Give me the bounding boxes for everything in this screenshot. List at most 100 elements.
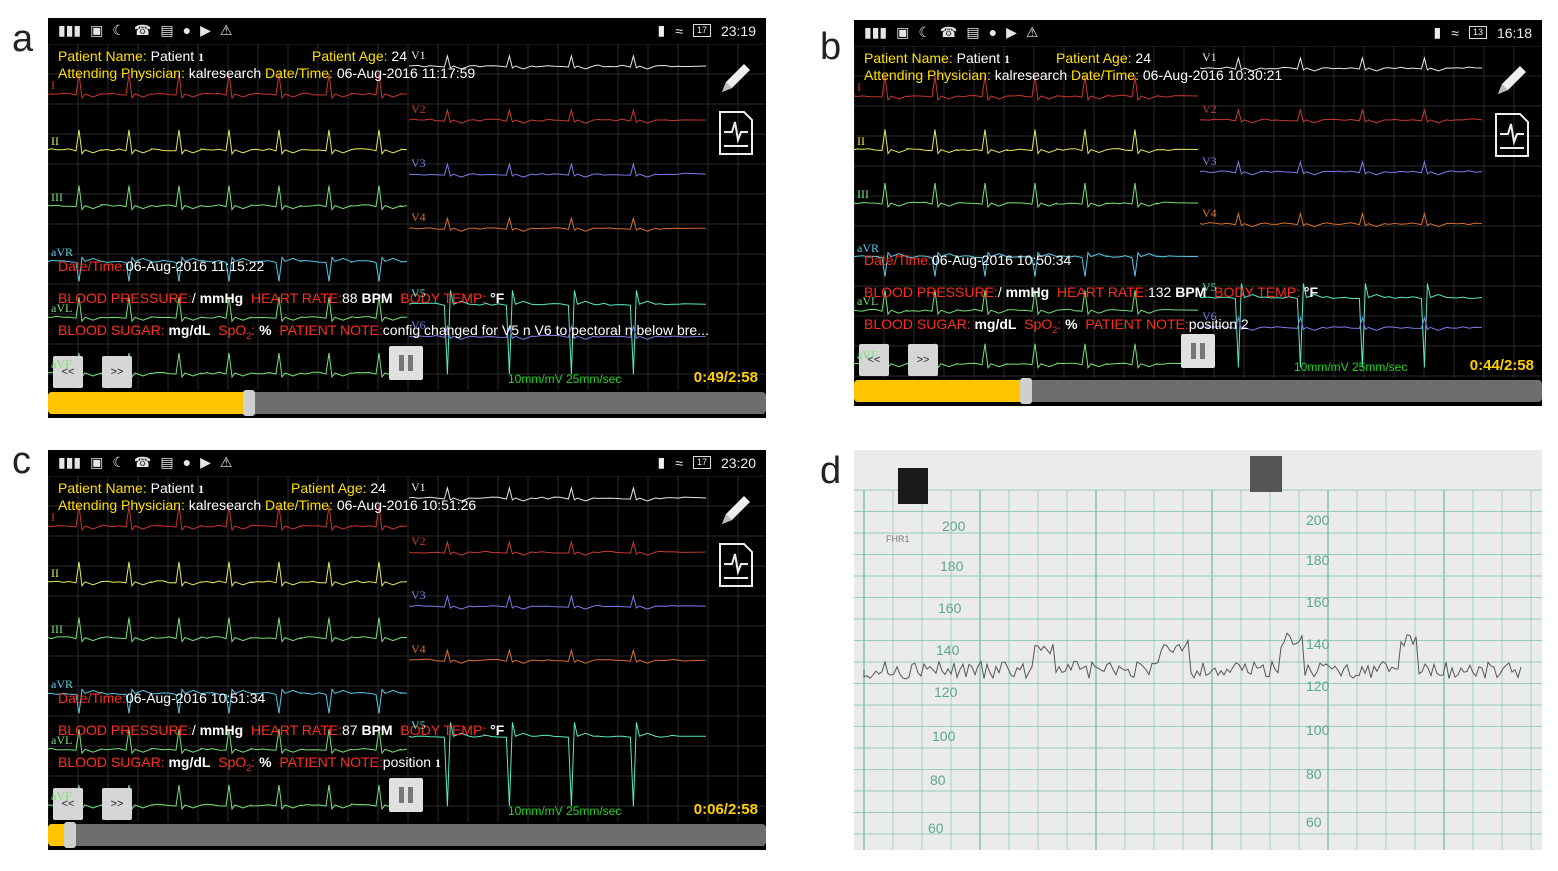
tick-right-0: 200 — [1306, 512, 1330, 528]
forward-button[interactable]: >> — [102, 356, 132, 388]
pause-button[interactable] — [1181, 334, 1215, 368]
note-datetime: Date/Time:06-Aug-2016 10:51:34 — [58, 690, 266, 706]
vitals-row-1: BLOOD PRESSURE:/ mmHg HEART RATE:132 BPM… — [864, 284, 1319, 300]
pause-button[interactable] — [389, 346, 423, 380]
lead-label-V2: V2 — [411, 534, 426, 549]
image-icon: ▤ — [160, 454, 174, 470]
edit-pencil-icon[interactable] — [716, 58, 756, 98]
patient-name: Patient Name: Patient 1 — [58, 48, 205, 64]
battery-icon: 17 — [692, 24, 711, 37]
lead-label-III: III — [857, 187, 869, 202]
seek-progress — [48, 392, 250, 414]
signal-icon: ▮▮▮ — [864, 24, 888, 40]
forward-button[interactable]: >> — [102, 788, 132, 820]
note-datetime: Date/Time:06-Aug-2016 10:50:34 — [864, 252, 1072, 268]
youtube-icon: ▶ — [200, 22, 211, 38]
trace-V3 — [1199, 159, 1483, 176]
notification-icons: ▮▮▮ ▣ ☾ ☎ ▤ ● ▶ ⚠ — [58, 454, 232, 471]
vitals-row-2: BLOOD SUGAR: mg/dL SpO2: % PATIENT NOTE:… — [58, 322, 709, 341]
lead-label-aVL: aVL — [51, 301, 73, 316]
trace-V4 — [1199, 211, 1483, 228]
pause-icon-bar — [1200, 343, 1205, 359]
lead-label-aVF: aVF — [857, 347, 878, 362]
vibrate-icon: ▮ — [657, 454, 666, 470]
seek-thumb[interactable] — [63, 822, 76, 848]
warning-icon: ⚠ — [219, 22, 233, 38]
paper-tape-left — [898, 468, 928, 504]
clock: 23:19 — [720, 22, 756, 39]
facebook-icon: ▣ — [896, 24, 910, 40]
pause-icon — [1191, 343, 1196, 359]
playback-time: 0:49/2:58 — [693, 369, 758, 386]
vitals-row-1: BLOOD PRESSURE:/ mmHg HEART RATE:88 BPM … — [58, 290, 505, 306]
seek-thumb[interactable] — [1020, 378, 1032, 404]
ecg-report-icon[interactable] — [716, 542, 756, 588]
trace-aVF — [854, 343, 1199, 369]
tick-right-6: 80 — [1306, 766, 1322, 782]
status-right: ▮ ≈ 17 23:19 — [658, 22, 756, 39]
lead-label-V1: V1 — [1202, 50, 1217, 64]
whatsapp-icon: ☎ — [133, 22, 152, 38]
moon-icon: ☾ — [112, 454, 125, 470]
pause-icon — [399, 355, 404, 371]
attending-physician: Attending Physician: kalresearch Date/Ti… — [864, 67, 1283, 83]
whatsapp-icon: ☎ — [133, 454, 152, 470]
facebook-icon: ▣ — [90, 454, 104, 470]
patient-age: Patient Age: 24 — [1056, 50, 1151, 66]
lead-label-aVL: aVL — [857, 294, 879, 309]
warning-icon: ⚠ — [219, 454, 233, 470]
lead-label-I: I — [51, 510, 55, 524]
tick-left-7: 60 — [928, 820, 944, 836]
fetal-heart-rate-paper: 200 180 160 140 120 100 80 60 200 180 160 140 120 100… — [854, 450, 1542, 850]
pause-icon-bar — [408, 787, 413, 803]
wifi-icon: ≈ — [1451, 24, 1459, 41]
lead-label-V4: V4 — [411, 642, 426, 657]
status-right: ▮ ≈ 13 16:18 — [1434, 24, 1532, 41]
warning-icon: ⚠ — [1025, 24, 1039, 40]
playback-time: 0:44/2:58 — [1469, 357, 1534, 374]
vitals-row-2: BLOOD SUGAR: mg/dL SpO2: % PATIENT NOTE:… — [58, 754, 441, 773]
status-right: ▮ ≈ 17 23:20 — [658, 454, 756, 471]
lead-label-V3: V3 — [411, 588, 426, 603]
edit-pencil-icon[interactable] — [1492, 60, 1532, 100]
seek-thumb[interactable] — [243, 390, 256, 416]
ecg-report-icon[interactable] — [716, 110, 756, 156]
forward-button[interactable]: >> — [908, 344, 938, 376]
seek-bar[interactable] — [48, 390, 766, 416]
wifi-icon: ≈ — [675, 22, 683, 39]
dot-icon: ● — [182, 22, 192, 38]
playback-time: 0:06/2:58 — [693, 801, 758, 818]
lead-label-V3: V3 — [1202, 153, 1217, 168]
facebook-icon: ▣ — [90, 22, 104, 38]
lead-label-II: II — [51, 133, 59, 148]
image-icon: ▤ — [966, 24, 980, 40]
vibrate-icon: ▮ — [1433, 24, 1442, 40]
fhr-label: FHR1 — [886, 534, 910, 544]
lead-label-II: II — [51, 565, 59, 580]
lead-label-I: I — [51, 78, 55, 92]
seek-progress — [854, 380, 1026, 402]
status-bar: ▮▮▮ ▣ ☾ ☎ ▤ ● ▶ ⚠ ▮ ≈ 13 16:18 — [854, 20, 1542, 46]
youtube-icon: ▶ — [200, 454, 211, 470]
tick-left-2: 160 — [938, 600, 962, 616]
notification-icons: ▮▮▮ ▣ ☾ ☎ ▤ ● ▶ ⚠ — [864, 24, 1038, 41]
patient-age: Patient Age: 24 — [312, 48, 407, 64]
lead-label-V5: V5 — [411, 286, 426, 301]
youtube-icon: ▶ — [1006, 24, 1017, 40]
image-icon: ▤ — [160, 22, 174, 38]
lead-label-V3: V3 — [411, 156, 426, 171]
lead-label-V6: V6 — [411, 318, 426, 333]
lead-label-III: III — [51, 621, 63, 636]
tick-right-5: 100 — [1306, 722, 1330, 738]
lead-label-V5: V5 — [411, 718, 426, 733]
ecg-report-icon[interactable] — [1492, 112, 1532, 158]
panel-letter-b: b — [820, 26, 842, 68]
lead-label-V1: V1 — [411, 480, 426, 494]
patient-name: Patient Name: Patient 1 — [58, 480, 205, 496]
pause-button[interactable] — [389, 778, 423, 812]
seek-bar[interactable] — [854, 378, 1542, 404]
pause-icon — [399, 787, 404, 803]
seek-bar[interactable] — [48, 822, 766, 848]
edit-pencil-icon[interactable] — [716, 490, 756, 530]
tick-right-4: 120 — [1306, 678, 1330, 694]
